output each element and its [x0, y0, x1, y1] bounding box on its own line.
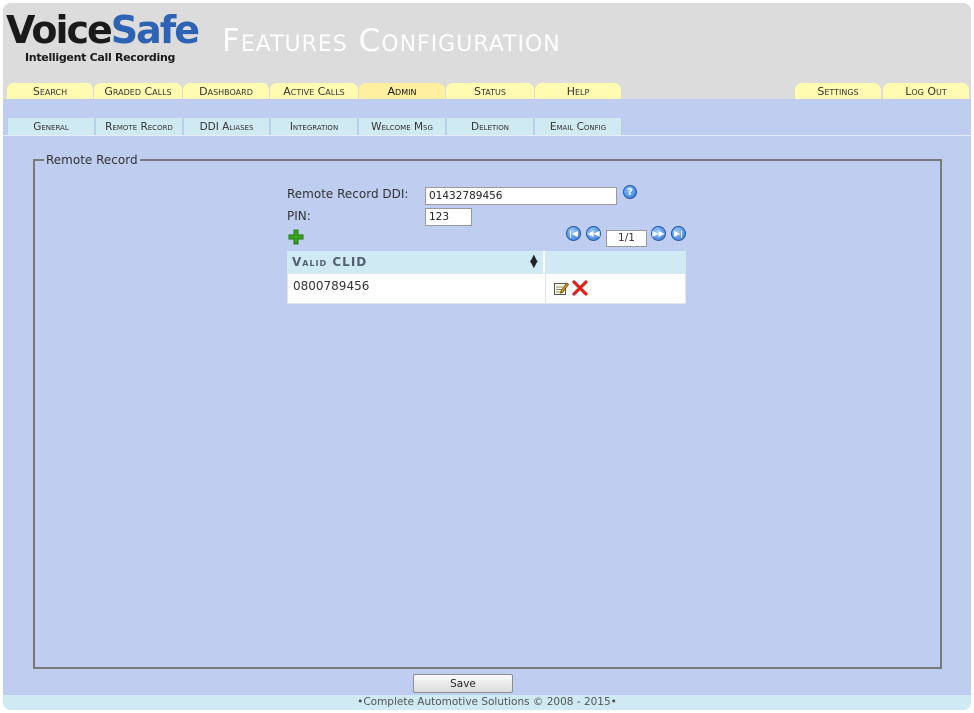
- nav-tab-status[interactable]: Status: [446, 83, 534, 99]
- subtab-remote-record[interactable]: Remote Record: [96, 118, 183, 135]
- save-button[interactable]: Save: [413, 674, 513, 693]
- edit-icon[interactable]: [553, 280, 569, 296]
- logo-subtitle: Intelligent Call Recording: [25, 51, 176, 64]
- grid-header: Valid CLID ▲ ▼: [287, 251, 686, 273]
- nav-tab-graded-calls[interactable]: Graded Calls: [94, 83, 182, 99]
- delete-icon[interactable]: [571, 279, 589, 297]
- table-row: 0800789456: [287, 273, 686, 304]
- first-page-icon[interactable]: |◀: [566, 226, 581, 241]
- column-header-valid-clid[interactable]: Valid CLID ▲ ▼: [287, 251, 545, 273]
- next-page-icon[interactable]: ▶▶: [651, 226, 666, 241]
- last-page-icon[interactable]: ▶|: [671, 226, 686, 241]
- subtab-deletion[interactable]: Deletion: [447, 118, 534, 135]
- help-icon[interactable]: ?: [623, 185, 637, 199]
- sort-icon[interactable]: ▲ ▼: [530, 254, 539, 270]
- column-header-label: Valid CLID: [292, 255, 368, 269]
- header: VoiceSafe Intelligent Call Recording Fea…: [3, 3, 971, 99]
- nav-tab-log-out[interactable]: Log Out: [883, 83, 969, 99]
- subtab-ddi-aliases[interactable]: DDI Aliases: [184, 118, 270, 135]
- page-title: Features Configuration: [222, 23, 561, 59]
- nav-tab-dashboard[interactable]: Dashboard: [183, 83, 269, 99]
- nav-tab-help[interactable]: Help: [535, 83, 621, 99]
- nav-tab-admin[interactable]: Admin: [359, 83, 445, 99]
- previous-page-icon[interactable]: ◀◀: [586, 226, 601, 241]
- pin-input[interactable]: [425, 208, 472, 226]
- subtab-general[interactable]: General: [8, 118, 95, 135]
- nav-tab-settings[interactable]: Settings: [795, 83, 881, 99]
- ddi-input[interactable]: [425, 187, 617, 205]
- nav-tab-search[interactable]: Search: [7, 83, 93, 99]
- page-indicator[interactable]: 1/1: [606, 230, 647, 247]
- remote-record-fieldset: [33, 159, 942, 669]
- ddi-label: Remote Record DDI:: [287, 187, 409, 201]
- content-area: Remote Record Remote Record DDI: ? PIN: …: [3, 135, 971, 695]
- subtab-welcome-msg[interactable]: Welcome Msg: [359, 118, 446, 135]
- app-window: VoiceSafe Intelligent Call Recording Fea…: [3, 3, 971, 710]
- subtab-email-config[interactable]: Email Config: [535, 118, 622, 135]
- valid-clid-grid: Valid CLID ▲ ▼ 0800789456: [287, 251, 686, 304]
- voicesafe-logo: VoiceSafe: [6, 7, 200, 53]
- footer: •Complete Automotive Solutions © 2008 - …: [3, 695, 971, 710]
- subtab-integration[interactable]: Integration: [271, 118, 358, 135]
- fieldset-legend: Remote Record: [44, 153, 140, 167]
- add-icon[interactable]: [287, 228, 305, 246]
- nav-tab-active-calls[interactable]: Active Calls: [270, 83, 358, 99]
- pin-label: PIN:: [287, 209, 311, 223]
- logo-part2: Safe: [110, 8, 200, 52]
- clid-cell: 0800789456: [288, 274, 546, 303]
- logo-part1: Voice: [6, 8, 113, 52]
